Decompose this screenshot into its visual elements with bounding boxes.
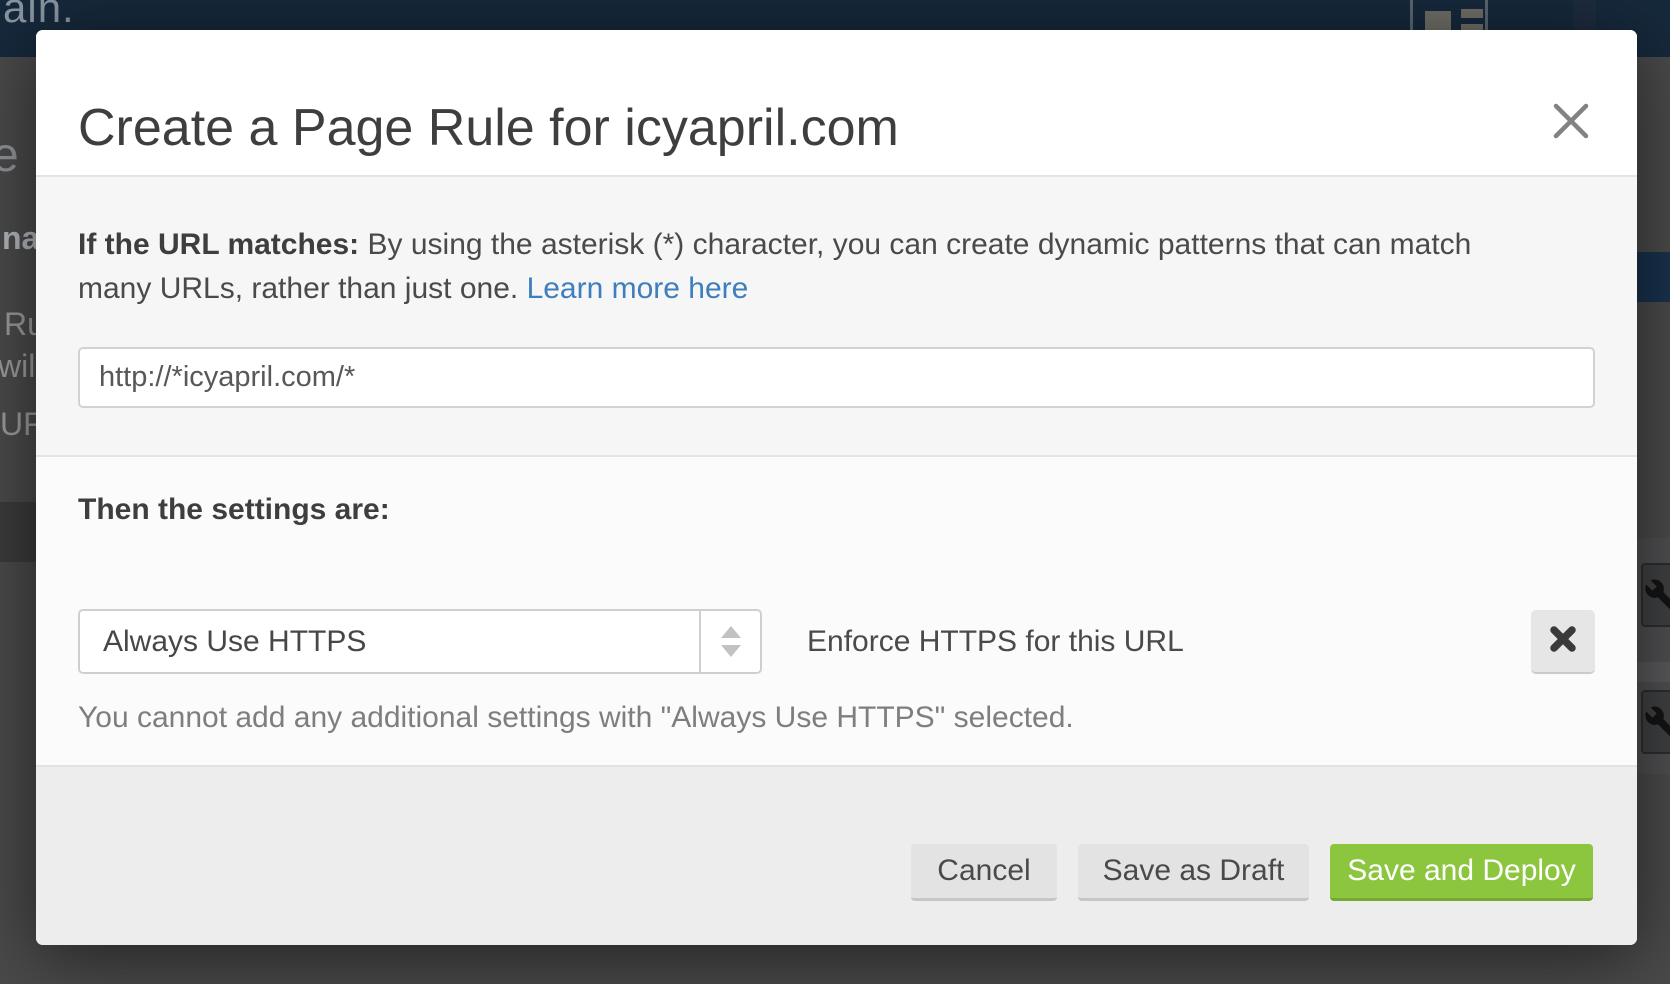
background-table-header-fragment: [0, 502, 36, 562]
setting-description: Enforce HTTPS for this URL: [807, 625, 1184, 659]
x-icon: [1547, 623, 1579, 658]
setting-select[interactable]: Always Use HTTPS: [78, 609, 762, 674]
chevron-up-icon: [721, 626, 741, 638]
chevron-down-icon: [721, 645, 741, 657]
header-partial-icon: [1574, 0, 1596, 30]
setting-row: Always Use HTTPS Enforce HTTPS for this …: [78, 609, 1595, 674]
save-as-draft-button[interactable]: Save as Draft: [1078, 844, 1309, 901]
url-match-description: If the URL matches: By using the asteris…: [78, 223, 1595, 311]
footer-buttons: Cancel Save as Draft Save and Deploy: [911, 844, 1593, 901]
close-icon: [1550, 130, 1592, 145]
remove-setting-button[interactable]: [1531, 610, 1595, 674]
modal-header: Create a Page Rule for icyapril.com: [36, 30, 1637, 175]
setting-select-value: Always Use HTTPS: [80, 611, 699, 672]
select-spinner-icon: [699, 611, 760, 672]
background-text-fragment: e: [0, 128, 19, 183]
close-button[interactable]: [1549, 100, 1593, 144]
learn-more-link[interactable]: Learn more here: [527, 272, 749, 305]
settings-section: Then the settings are: Always Use HTTPS …: [36, 455, 1637, 765]
create-page-rule-modal: Create a Page Rule for icyapril.com If t…: [36, 30, 1637, 945]
page-title: Create a Page Rule for icyapril.com: [78, 98, 899, 158]
save-and-deploy-button[interactable]: Save and Deploy: [1330, 844, 1593, 901]
settings-heading: Then the settings are:: [78, 493, 390, 527]
url-match-section: If the URL matches: By using the asteris…: [36, 175, 1637, 455]
modal-footer: Cancel Save as Draft Save and Deploy: [36, 765, 1637, 945]
url-pattern-input[interactable]: [78, 347, 1595, 408]
url-match-label: If the URL matches:: [78, 228, 359, 261]
background-edit-button: [1641, 690, 1670, 754]
cancel-button[interactable]: Cancel: [911, 844, 1057, 901]
settings-helper-text: You cannot add any additional settings w…: [78, 701, 1074, 735]
background-row-fragment: [1637, 662, 1670, 682]
header-text-fragment: ain.: [3, 0, 75, 32]
background-edit-button: [1641, 563, 1670, 627]
layout-icon-bar: [1461, 9, 1483, 18]
url-match-description-line2: many URLs, rather than just one.: [78, 272, 527, 305]
url-match-description-line1: By using the asterisk (*) character, you…: [359, 228, 1471, 261]
background-blue-button-fragment: [1637, 252, 1670, 302]
